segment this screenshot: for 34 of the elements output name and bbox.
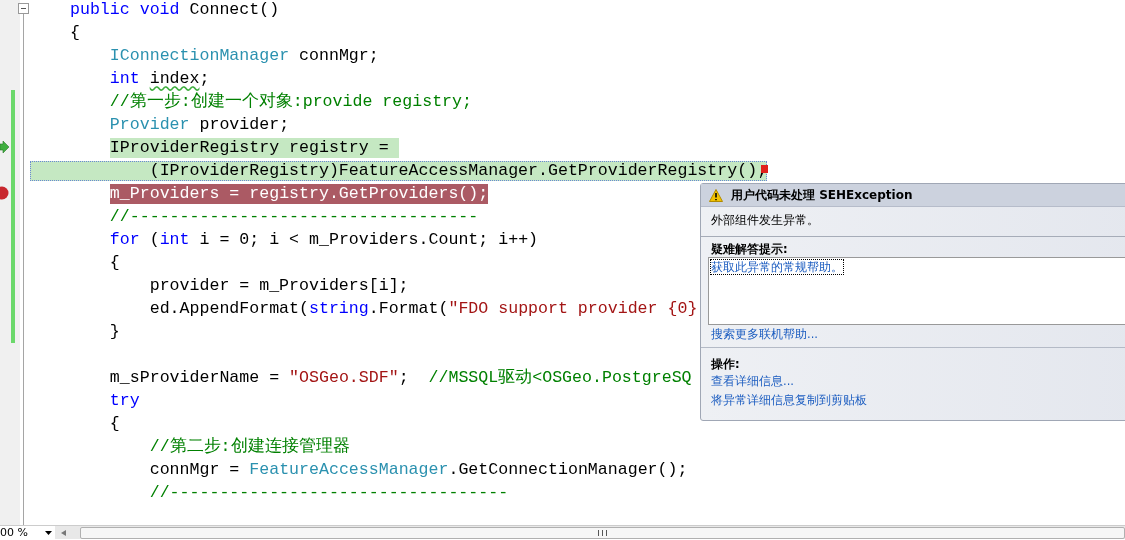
breakpoint-icon[interactable] xyxy=(0,186,9,200)
caret-icon xyxy=(45,530,52,535)
code-line: //---------------------------------- xyxy=(149,482,509,503)
exception-message: 外部组件发生异常。 xyxy=(701,207,1125,237)
popup-title: 用户代码未处理 SEHException xyxy=(731,186,913,204)
code-line: } xyxy=(109,321,120,342)
code-line: //----------------------------------- xyxy=(109,206,479,227)
collapse-icon[interactable] xyxy=(18,3,29,14)
code-line: connMgr = FeatureAccessManager.GetConnectionManager(); xyxy=(149,459,688,480)
help-link[interactable]: 获取此异常的常规帮助。 xyxy=(711,260,843,274)
zoom-dropdown[interactable]: 00 % xyxy=(0,526,55,539)
action-link[interactable]: 将异常详细信息复制到剪贴板 xyxy=(711,391,867,410)
search-help-link[interactable]: 搜索更多联机帮助... xyxy=(711,325,818,344)
code-line: IConnectionManager connMgr; xyxy=(109,45,379,66)
code-line: //第一步:创建一个对象:provide registry; xyxy=(109,91,472,112)
code-line: m_sProviderName = "OSGeo.SDF"; //MSSQL驱动<OSGeo.PostgreSQ xyxy=(109,367,692,388)
exception-marker xyxy=(761,165,768,173)
action-link[interactable]: 查看详细信息... xyxy=(711,372,794,391)
code-line: ed.AppendFormat(string.Format("FDO support provider {0} xyxy=(149,298,698,319)
warning-icon xyxy=(709,188,723,202)
code-line: { xyxy=(109,413,120,434)
code-line: Provider provider; xyxy=(109,114,290,135)
code-line: public void Connect() xyxy=(70,0,280,20)
code-line: try xyxy=(109,390,140,411)
section-heading: 疑难解答提示: xyxy=(711,242,788,257)
code-line: { xyxy=(109,252,120,273)
code-line: provider = m_Providers[i]; xyxy=(149,275,409,296)
code-line: //第二步:创建连接管理器 xyxy=(149,436,350,457)
code-line: int index; xyxy=(109,68,210,89)
scroll-left-icon[interactable] xyxy=(61,529,66,536)
section-heading: 操作: xyxy=(711,357,740,372)
code-line: { xyxy=(70,22,80,43)
code-line: for (int i = 0; i < m_Providers.Count; i++) xyxy=(109,229,539,250)
current-statement-arrow-icon xyxy=(0,141,9,153)
